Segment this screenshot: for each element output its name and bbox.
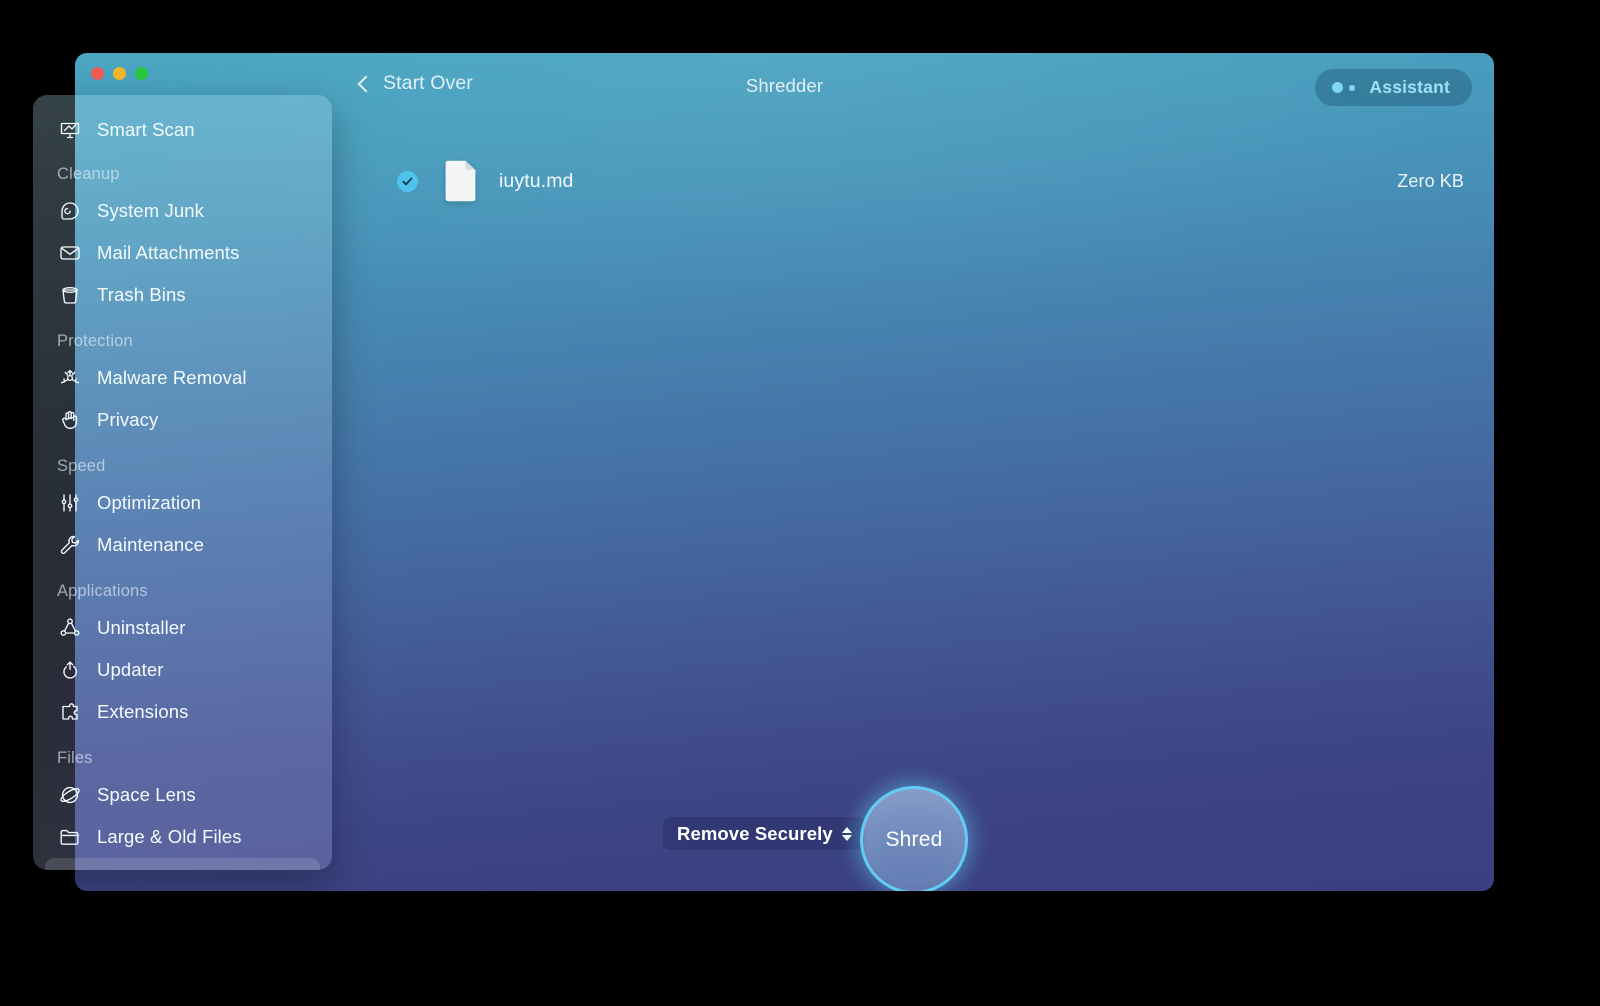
assistant-dot-small-icon bbox=[1349, 84, 1356, 91]
sidebar: Smart Scan Cleanup System Junk Mail Attachm… bbox=[33, 95, 332, 870]
sidebar-group-files: Files bbox=[57, 749, 93, 767]
document-icon bbox=[444, 160, 477, 202]
sidebar-item-maintenance[interactable]: Maintenance bbox=[45, 524, 320, 566]
sidebar-item-optimization[interactable]: Optimization bbox=[45, 482, 320, 524]
shred-button[interactable]: Shred bbox=[860, 786, 968, 891]
sidebar-group-cleanup: Cleanup bbox=[57, 165, 120, 183]
shred-button-wrap: Shred bbox=[836, 762, 992, 891]
file-name: iuytu.md bbox=[499, 169, 574, 192]
smart-scan-icon bbox=[57, 117, 83, 143]
system-junk-icon bbox=[57, 198, 83, 224]
sidebar-item-label: Mail Attachments bbox=[97, 242, 240, 263]
removal-mode-select[interactable]: Remove Securely bbox=[663, 817, 865, 850]
sidebar-item-label: Updater bbox=[97, 659, 164, 680]
extensions-puzzle-icon bbox=[57, 699, 83, 725]
shredder-icon bbox=[57, 866, 83, 870]
maintenance-wrench-icon bbox=[57, 532, 83, 558]
chevron-updown-icon bbox=[841, 826, 852, 842]
sidebar-item-label: Trash Bins bbox=[97, 284, 186, 305]
sidebar-item-label: Extensions bbox=[97, 701, 189, 722]
folder-icon bbox=[57, 824, 83, 850]
sidebar-item-trash-bins[interactable]: Trash Bins bbox=[45, 274, 320, 316]
sidebar-item-label: Space Lens bbox=[97, 784, 196, 805]
sidebar-item-label: Large & Old Files bbox=[97, 826, 242, 847]
assistant-dot-large-icon bbox=[1332, 82, 1344, 93]
page-title: Shredder bbox=[745, 75, 824, 96]
sidebar-item-mail-attachments[interactable]: Mail Attachments bbox=[45, 232, 320, 274]
sidebar-group-applications: Applications bbox=[57, 582, 148, 600]
sidebar-item-space-lens[interactable]: Space Lens bbox=[45, 774, 320, 816]
sidebar-item-uninstaller[interactable]: Uninstaller bbox=[45, 607, 320, 649]
file-checkbox[interactable] bbox=[397, 170, 418, 192]
sidebar-item-label: Privacy bbox=[97, 409, 159, 430]
sidebar-item-label: Smart Scan bbox=[97, 119, 195, 140]
sidebar-group-speed: Speed bbox=[57, 457, 106, 475]
assistant-label: Assistant bbox=[1369, 77, 1450, 97]
sidebar-item-smart-scan[interactable]: Smart Scan bbox=[45, 109, 320, 151]
privacy-hand-icon bbox=[57, 407, 83, 433]
sidebar-item-label: System Junk bbox=[97, 200, 204, 221]
screen: Start Over Shredder Assistant iuytu.md Ze… bbox=[0, 0, 1600, 1006]
optimization-icon bbox=[57, 490, 83, 516]
sidebar-item-privacy[interactable]: Privacy bbox=[45, 399, 320, 441]
assistant-button[interactable]: Assistant bbox=[1315, 69, 1472, 106]
sidebar-item-updater[interactable]: Updater bbox=[45, 649, 320, 691]
sidebar-item-label: Optimization bbox=[97, 492, 202, 513]
sidebar-item-shredder[interactable]: Shredder bbox=[45, 858, 320, 870]
sidebar-item-label: Maintenance bbox=[97, 534, 205, 555]
sidebar-item-label: Malware Removal bbox=[97, 367, 247, 388]
mail-attachments-icon bbox=[57, 240, 83, 266]
malware-removal-icon bbox=[57, 365, 83, 391]
sidebar-item-large-and-old-files[interactable]: Large & Old Files bbox=[45, 816, 320, 858]
sidebar-item-malware-removal[interactable]: Malware Removal bbox=[45, 357, 320, 399]
sidebar-group-protection: Protection bbox=[57, 332, 133, 350]
trash-bins-icon bbox=[57, 282, 83, 308]
removal-mode-label: Remove Securely bbox=[677, 822, 833, 844]
sidebar-item-extensions[interactable]: Extensions bbox=[45, 691, 320, 733]
updater-icon bbox=[57, 657, 83, 683]
file-size: Zero KB bbox=[1397, 170, 1464, 191]
sidebar-item-system-junk[interactable]: System Junk bbox=[45, 190, 320, 232]
sidebar-item-label: Uninstaller bbox=[97, 617, 186, 638]
space-lens-icon bbox=[57, 782, 83, 808]
sidebar-item-label: Shredder bbox=[97, 868, 174, 870]
shred-label: Shred bbox=[885, 828, 943, 851]
uninstaller-icon bbox=[57, 615, 83, 641]
